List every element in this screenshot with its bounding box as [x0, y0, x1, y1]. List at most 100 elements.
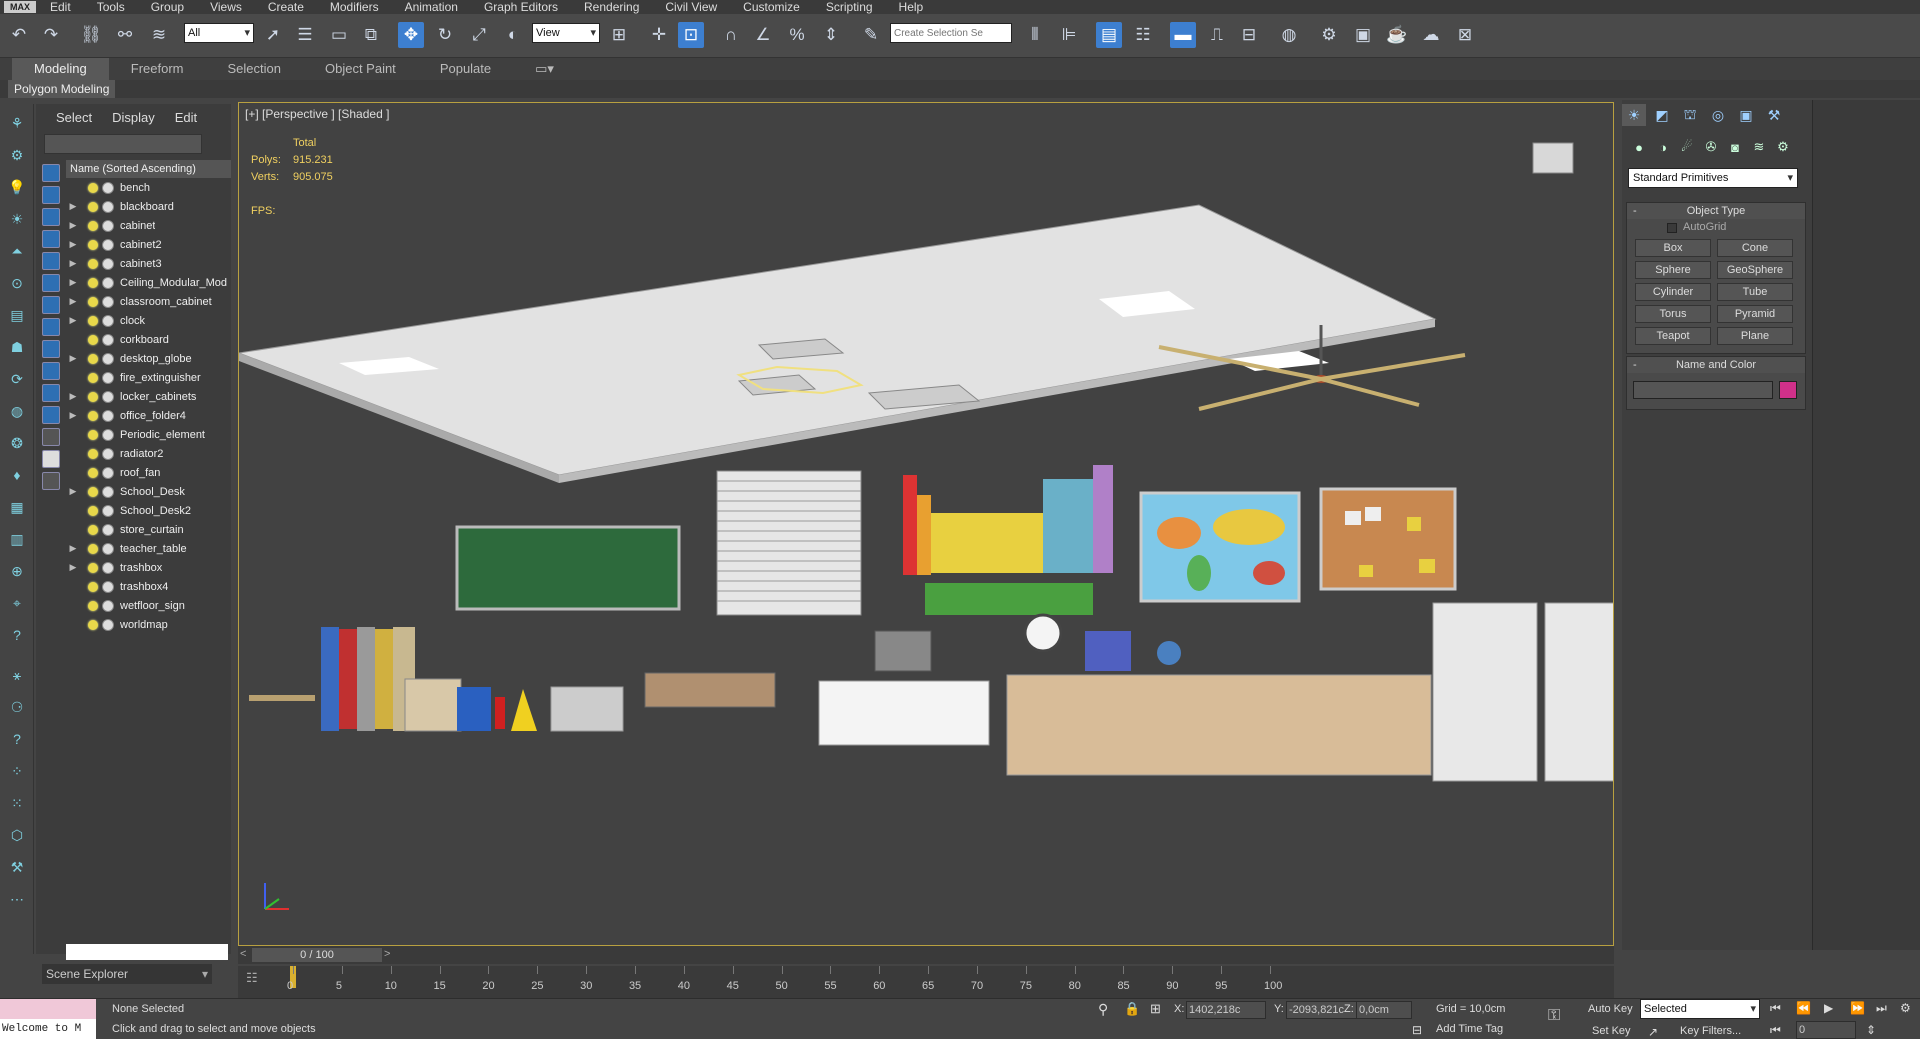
menu-scripting[interactable]: Scripting — [826, 0, 873, 14]
utilities-icon[interactable]: ⌖ — [6, 592, 28, 614]
teapot-button[interactable]: Teapot — [1635, 327, 1711, 345]
display-icon[interactable]: ▥ — [6, 528, 28, 550]
list-item[interactable]: roof_fan — [66, 463, 231, 482]
tab-object-paint[interactable]: Object Paint — [303, 58, 418, 80]
light-bulb-icon[interactable] — [88, 182, 98, 193]
light-bulb-icon[interactable] — [88, 334, 98, 345]
geometry-category-icon[interactable]: ● — [1628, 136, 1650, 158]
maxscript-listener-mini[interactable] — [0, 999, 96, 1019]
visibility-icon[interactable] — [102, 561, 114, 574]
menu-create[interactable]: Create — [268, 0, 304, 14]
snap-icon[interactable]: ⚹ — [6, 664, 28, 686]
add-time-tag[interactable]: Add Time Tag — [1436, 1023, 1503, 1035]
explorer-search-input[interactable] — [44, 134, 202, 154]
visibility-icon[interactable] — [102, 542, 114, 555]
light-bulb-icon[interactable] — [88, 581, 98, 592]
list-item[interactable]: store_curtain — [66, 520, 231, 539]
select-manipulate-icon[interactable]: ✛ — [646, 22, 672, 48]
tab-selection[interactable]: Selection — [206, 58, 303, 80]
rect-selection-icon[interactable]: ▭ — [326, 22, 352, 48]
a360-gallery-icon[interactable]: ⊠ — [1452, 22, 1478, 48]
utilities-panel-icon[interactable]: ⚒ — [1762, 104, 1786, 126]
filter-xrefs-icon[interactable] — [42, 318, 60, 336]
menu-group[interactable]: Group — [151, 0, 184, 14]
expand-arrow-icon[interactable]: ▶ — [66, 562, 80, 573]
time-slider-knob[interactable]: 0 / 100 — [252, 948, 382, 962]
key-filters-button[interactable]: Key Filters... — [1680, 1025, 1741, 1037]
isolate-icon[interactable]: ⚲ — [1098, 1001, 1108, 1018]
light-bulb-icon[interactable] — [88, 562, 98, 573]
hierarchy-panel-icon[interactable]: ⛫ — [1678, 104, 1702, 126]
named-selection-set-input[interactable] — [890, 23, 1012, 43]
tab-modeling[interactable]: Modeling — [12, 58, 109, 80]
toggle-ribbon-icon[interactable]: ▬ — [1170, 22, 1196, 48]
tab-freeform[interactable]: Freeform — [109, 58, 206, 80]
visibility-icon[interactable] — [102, 447, 114, 460]
percent-snap-icon[interactable]: % — [784, 22, 810, 48]
filter-geometry-icon[interactable] — [42, 164, 60, 182]
render-in-cloud-icon[interactable]: ☁ — [1418, 22, 1444, 48]
light-bulb-icon[interactable] — [88, 505, 98, 516]
list-item[interactable]: ▶ locker_cabinets — [66, 387, 231, 406]
time-tag-icon[interactable]: ⊟ — [1412, 1023, 1422, 1037]
visibility-icon[interactable] — [102, 599, 114, 612]
autogrid-checkbox[interactable] — [1667, 223, 1677, 233]
goto-end-icon[interactable]: ⏭ — [1876, 1001, 1887, 1016]
cylinder-button[interactable]: Cylinder — [1635, 283, 1711, 301]
filter-shapes-icon[interactable] — [42, 186, 60, 204]
menu-edit[interactable]: Edit — [50, 0, 71, 14]
expand-arrow-icon[interactable]: ▶ — [66, 277, 80, 288]
place-icon[interactable]: ◐ — [500, 22, 526, 48]
menu-help[interactable]: Help — [899, 0, 924, 14]
visibility-icon[interactable] — [102, 466, 114, 479]
filter-all-icon[interactable] — [42, 428, 60, 446]
explorer-menu-display[interactable]: Display — [112, 110, 155, 125]
light-bulb-icon[interactable] — [88, 220, 98, 231]
sun-icon[interactable]: ☀ — [6, 208, 28, 230]
light-bulb-icon[interactable] — [88, 296, 98, 307]
absolute-mode-icon[interactable]: ⊞ — [1150, 1001, 1161, 1017]
light-bulb-icon[interactable] — [88, 448, 98, 459]
perspective-viewport[interactable]: [+] [Perspective ] [Shaded ] Total Polys… — [238, 102, 1614, 946]
edit-named-selection-icon[interactable]: ✎ — [858, 22, 884, 48]
window-crossing-icon[interactable]: ⧉ — [358, 22, 384, 48]
expand-arrow-icon[interactable]: ▶ — [66, 353, 80, 364]
create-panel-icon[interactable]: ☀ — [1622, 104, 1646, 126]
curve-editor-icon[interactable]: ⎍ — [1204, 22, 1230, 48]
light-bulb-icon[interactable] — [88, 619, 98, 630]
visibility-icon[interactable] — [102, 200, 114, 213]
menu-views[interactable]: Views — [210, 0, 242, 14]
menu-rendering[interactable]: Rendering — [584, 0, 639, 14]
list-item[interactable]: ▶ School_Desk — [66, 482, 231, 501]
pivot-icon[interactable]: ⊕ — [6, 560, 28, 582]
light-bulb-icon[interactable] — [88, 372, 98, 383]
mirror-icon[interactable]: ⫴ — [1022, 22, 1048, 48]
render-production-icon[interactable]: ☕ — [1384, 22, 1410, 48]
key-mode-dropdown[interactable]: Selected — [1640, 999, 1760, 1019]
key-icon[interactable]: ⚿ — [1548, 1007, 1560, 1025]
list-item[interactable]: ▶ blackboard — [66, 197, 231, 216]
view-cube[interactable] — [1532, 142, 1574, 174]
list-item[interactable]: radiator2 — [66, 444, 231, 463]
list-item[interactable]: ▶ cabinet — [66, 216, 231, 235]
rendered-frame-window-icon[interactable]: ▣ — [1350, 22, 1376, 48]
visibility-icon[interactable] — [102, 485, 114, 498]
list-item[interactable]: ▶ cabinet3 — [66, 254, 231, 273]
select-object-icon[interactable]: ➚ — [260, 22, 286, 48]
z-coordinate-field[interactable]: 0,0cm — [1356, 1001, 1412, 1019]
list-item[interactable]: ▶ office_folder4 — [66, 406, 231, 425]
explorer-menu-select[interactable]: Select — [56, 110, 92, 125]
object-name-input[interactable] — [1633, 381, 1773, 399]
box-button[interactable]: Box — [1635, 239, 1711, 257]
toggle-scene-explorer-icon[interactable]: ▤ — [1096, 22, 1122, 48]
light-icon[interactable]: 💡 — [6, 176, 28, 198]
explorer-menu-edit[interactable]: Edit — [175, 110, 197, 125]
pivot-center-icon[interactable]: ⊞ — [606, 22, 632, 48]
align-icon[interactable]: ⊫ — [1056, 22, 1082, 48]
scene-explorer-dropdown[interactable]: Scene Explorer — [42, 964, 212, 984]
modify-panel-icon[interactable]: ◩ — [1650, 104, 1674, 126]
expand-arrow-icon[interactable]: ▶ — [66, 391, 80, 402]
time-next-icon[interactable]: > — [384, 948, 390, 960]
help-icon[interactable]: ? — [6, 624, 28, 646]
helpers-category-icon[interactable]: ◙ — [1724, 136, 1746, 158]
